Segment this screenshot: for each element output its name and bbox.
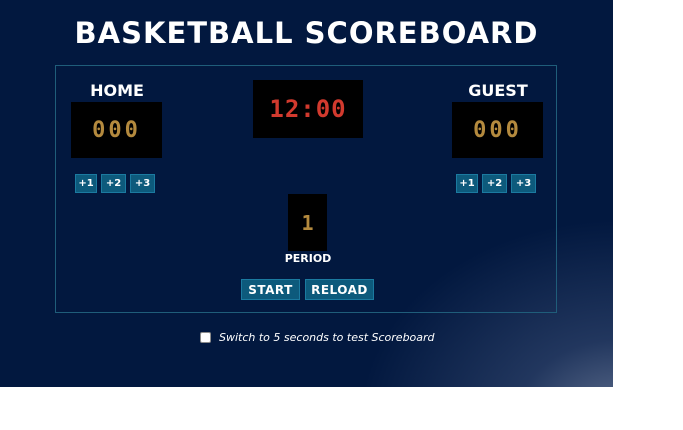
home-label: HOME: [90, 81, 144, 100]
period-label: PERIOD: [284, 252, 332, 265]
test-mode-row: Switch to 5 seconds to test Scoreboard: [200, 331, 435, 344]
guest-plus-1-button[interactable]: +1: [456, 174, 478, 193]
reload-button[interactable]: RELOAD: [305, 279, 374, 300]
test-mode-checkbox[interactable]: [200, 332, 211, 343]
home-score: 000: [71, 102, 162, 158]
page-title: BASKETBALL SCOREBOARD: [74, 16, 539, 50]
period-display: 1: [288, 194, 327, 251]
scoreboard-app: BASKETBALL SCOREBOARD HOME 000 +1 +2 +3 …: [0, 0, 613, 387]
home-plus-1-button[interactable]: +1: [75, 174, 97, 193]
home-plus-3-button[interactable]: +3: [130, 174, 155, 193]
home-plus-2-button[interactable]: +2: [101, 174, 126, 193]
test-mode-label: Switch to 5 seconds to test Scoreboard: [219, 331, 435, 344]
guest-plus-2-button[interactable]: +2: [482, 174, 507, 193]
guest-label: GUEST: [468, 81, 528, 100]
start-button[interactable]: START: [241, 279, 300, 300]
guest-points-buttons: +1 +2 +3: [456, 174, 536, 193]
scoreboard-panel: HOME 000 +1 +2 +3 12:00 GUEST 000 +1 +2 …: [55, 65, 557, 313]
game-clock: 12:00: [253, 80, 363, 138]
home-points-buttons: +1 +2 +3: [75, 174, 155, 193]
guest-score: 000: [452, 102, 543, 158]
guest-plus-3-button[interactable]: +3: [511, 174, 536, 193]
